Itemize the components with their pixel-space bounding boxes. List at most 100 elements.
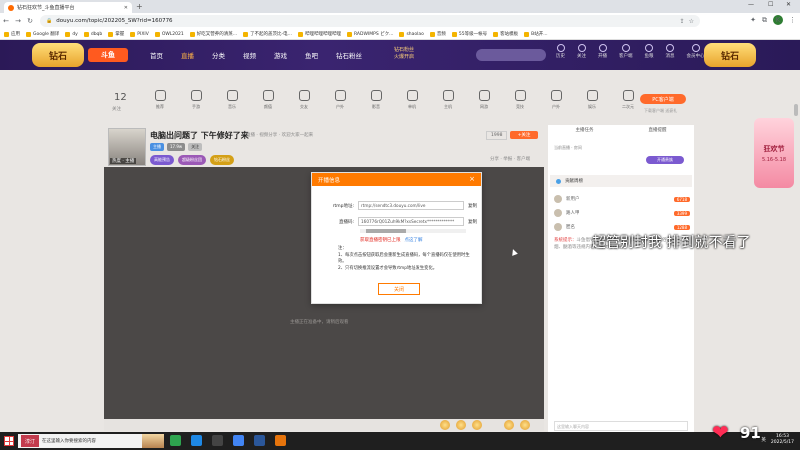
copy-rtmp-button[interactable]: 复制 bbox=[468, 203, 477, 209]
bookmark-item[interactable]: 掌握 bbox=[108, 31, 124, 37]
gift-icon[interactable] bbox=[520, 420, 530, 430]
bookmark-item[interactable]: B站开... bbox=[524, 31, 548, 37]
room-tag[interactable]: 主播 bbox=[150, 143, 164, 151]
room-tools[interactable]: 分享 · 举报 · 客户端 bbox=[490, 156, 530, 162]
vip-center-button[interactable]: 会员中心 bbox=[687, 44, 705, 59]
category-item[interactable]: 手游 bbox=[184, 90, 208, 110]
gift-icon[interactable] bbox=[456, 420, 466, 430]
room-tag[interactable]: 关注 bbox=[188, 143, 203, 151]
chrome-icon[interactable] bbox=[233, 435, 244, 446]
category-item[interactable]: 竞技 bbox=[508, 90, 532, 110]
star-icon[interactable]: ☆ bbox=[689, 18, 694, 25]
category-item[interactable]: 交友 bbox=[292, 90, 316, 110]
category-item[interactable]: 音乐 bbox=[220, 90, 244, 110]
rank-section-header[interactable]: 贡献周榜 bbox=[550, 175, 692, 187]
client-button[interactable]: 客户端 bbox=[619, 44, 633, 59]
profile-avatar[interactable]: K bbox=[773, 15, 783, 25]
dialog-close-icon[interactable]: × bbox=[469, 175, 475, 183]
message-button[interactable]: 消息 bbox=[666, 44, 675, 59]
lock-icon[interactable]: 🔒 bbox=[46, 18, 52, 24]
app-icon[interactable] bbox=[191, 435, 202, 446]
fish-food-button[interactable]: 鱼粮 bbox=[645, 44, 654, 59]
gift-icon[interactable] bbox=[472, 420, 482, 430]
close-window-icon[interactable]: ✕ bbox=[786, 1, 791, 8]
copy-key-button[interactable]: 复制 bbox=[468, 219, 477, 225]
tab-close-icon[interactable]: ✕ bbox=[124, 5, 128, 11]
key-scrollbar[interactable] bbox=[360, 229, 466, 233]
key-scrollbar-thumb[interactable] bbox=[366, 229, 406, 233]
room-badge[interactable]: 高能预告 bbox=[150, 155, 174, 165]
nav-diamond-fans[interactable]: 钻石粉丝 bbox=[336, 50, 362, 60]
bookmark-item[interactable]: 应用 bbox=[4, 31, 20, 37]
chat-input[interactable]: 这里输入聊天内容 bbox=[554, 421, 688, 431]
bookmark-item[interactable]: dbqb bbox=[83, 31, 102, 37]
dialog-close-button[interactable]: 关闭 bbox=[378, 283, 420, 295]
extension-icon[interactable]: ✦ bbox=[750, 16, 756, 24]
bookmark-item[interactable]: RADWIMPS ピク... bbox=[346, 31, 393, 37]
start-menu-icon[interactable] bbox=[4, 436, 14, 446]
bookmark-item[interactable]: 55等级一帐号 bbox=[451, 31, 487, 37]
nav-video[interactable]: 视频 bbox=[243, 50, 256, 60]
taskbar-search[interactable]: 淳汀 在这里输入你要搜索的内容 bbox=[18, 434, 164, 448]
follow-button[interactable]: +关注 bbox=[510, 131, 538, 139]
rank-row[interactable]: 新用户 6718 bbox=[554, 193, 690, 205]
category-item[interactable]: 娱乐 bbox=[580, 90, 604, 110]
floating-ad[interactable]: 狂欢节 5.16-5.18 bbox=[754, 118, 794, 188]
gift-icon[interactable] bbox=[504, 420, 514, 430]
menu-icon[interactable]: ⋮ bbox=[789, 16, 796, 24]
app-icon[interactable] bbox=[170, 435, 181, 446]
rank-row[interactable]: 路人甲 3399 bbox=[554, 207, 690, 219]
back-icon[interactable]: ← bbox=[0, 17, 12, 25]
room-badge[interactable]: 超级粉丝团 bbox=[178, 155, 206, 165]
follow-count[interactable]: 12 bbox=[114, 92, 127, 103]
event-badge-left[interactable]: 钻石 bbox=[32, 43, 84, 67]
reload-icon[interactable]: ↻ bbox=[24, 17, 36, 25]
new-tab-icon[interactable]: + bbox=[136, 2, 143, 11]
bookmark-item[interactable]: PIXIV bbox=[130, 31, 149, 37]
category-item[interactable]: 影音 bbox=[364, 90, 388, 110]
address-bar[interactable]: 🔒 douyu.com/topic/202205_SW?rid=160776 ⇪… bbox=[40, 15, 700, 27]
browser-tab[interactable]: 钻石狂欢节_斗鱼直播平台 ✕ bbox=[4, 2, 132, 13]
input-method-icon[interactable]: 英 bbox=[761, 437, 766, 443]
system-clock[interactable]: 16:53 2022/5/17 bbox=[771, 434, 794, 446]
tab-anchor-task[interactable]: 主播任务 bbox=[576, 127, 594, 133]
gift-icon[interactable] bbox=[440, 420, 450, 430]
stream-key-input[interactable]: 160776rQ01Zuh9kM?xsSecretx************* bbox=[358, 217, 464, 226]
category-item[interactable]: 单机 bbox=[400, 90, 424, 110]
noble-button[interactable]: 开通贵族 bbox=[646, 156, 684, 164]
category-item[interactable]: 二次元 bbox=[616, 90, 640, 110]
url-text[interactable]: douyu.com/topic/202205_SW?rid=160776 bbox=[56, 18, 675, 24]
category-item[interactable]: 推荐 bbox=[148, 90, 172, 110]
category-item[interactable]: 户外 bbox=[544, 90, 568, 110]
category-item[interactable]: 颜值 bbox=[256, 90, 280, 110]
nav-home[interactable]: 首页 bbox=[150, 50, 163, 60]
learn-more-link[interactable]: 点这了解 bbox=[405, 238, 423, 243]
bookmark-item[interactable]: 哔哩哔哩哔哩哔哩 bbox=[297, 31, 341, 37]
nav-live[interactable]: 直播 bbox=[181, 50, 194, 60]
nav-game[interactable]: 游戏 bbox=[274, 50, 287, 60]
category-item[interactable]: 主机 bbox=[436, 90, 460, 110]
history-button[interactable]: 历史 bbox=[556, 44, 565, 59]
nav-promo[interactable]: 钻石粉丝 火爆开启 bbox=[394, 47, 414, 61]
follow-list-button[interactable]: 关注 bbox=[577, 44, 586, 59]
app-icon[interactable] bbox=[212, 435, 223, 446]
rtmp-input[interactable]: rtmp://sendtc3.douyu.com/live bbox=[358, 201, 464, 210]
site-search-input[interactable] bbox=[476, 49, 546, 61]
bookmark-item[interactable]: 音频 bbox=[429, 31, 446, 37]
bookmark-item[interactable]: 了不起的盖茨比-电... bbox=[243, 31, 292, 37]
bookmark-item[interactable]: shaolao bbox=[399, 31, 424, 37]
douyu-logo[interactable]: 斗鱼 bbox=[88, 48, 128, 62]
bookmark-item[interactable]: dy bbox=[65, 31, 78, 37]
bookmark-item[interactable]: Google 翻译 bbox=[26, 31, 59, 37]
maximize-icon[interactable]: ☐ bbox=[768, 1, 773, 8]
page-scrollbar[interactable] bbox=[794, 104, 798, 116]
category-item[interactable]: 户外 bbox=[328, 90, 352, 110]
puzzle-icon[interactable]: ⧉ bbox=[762, 16, 767, 25]
nav-category[interactable]: 分类 bbox=[212, 50, 225, 60]
nav-yuba[interactable]: 鱼吧 bbox=[305, 50, 318, 60]
category-item[interactable]: 网游 bbox=[472, 90, 496, 110]
room-badge[interactable]: 钻石粉丝 bbox=[210, 155, 234, 165]
bookmark-item[interactable]: OWL2021 bbox=[154, 31, 184, 37]
pc-client-button[interactable]: PC客户端 bbox=[640, 94, 686, 104]
tab-live-reminder[interactable]: 直播提醒 bbox=[649, 127, 667, 133]
